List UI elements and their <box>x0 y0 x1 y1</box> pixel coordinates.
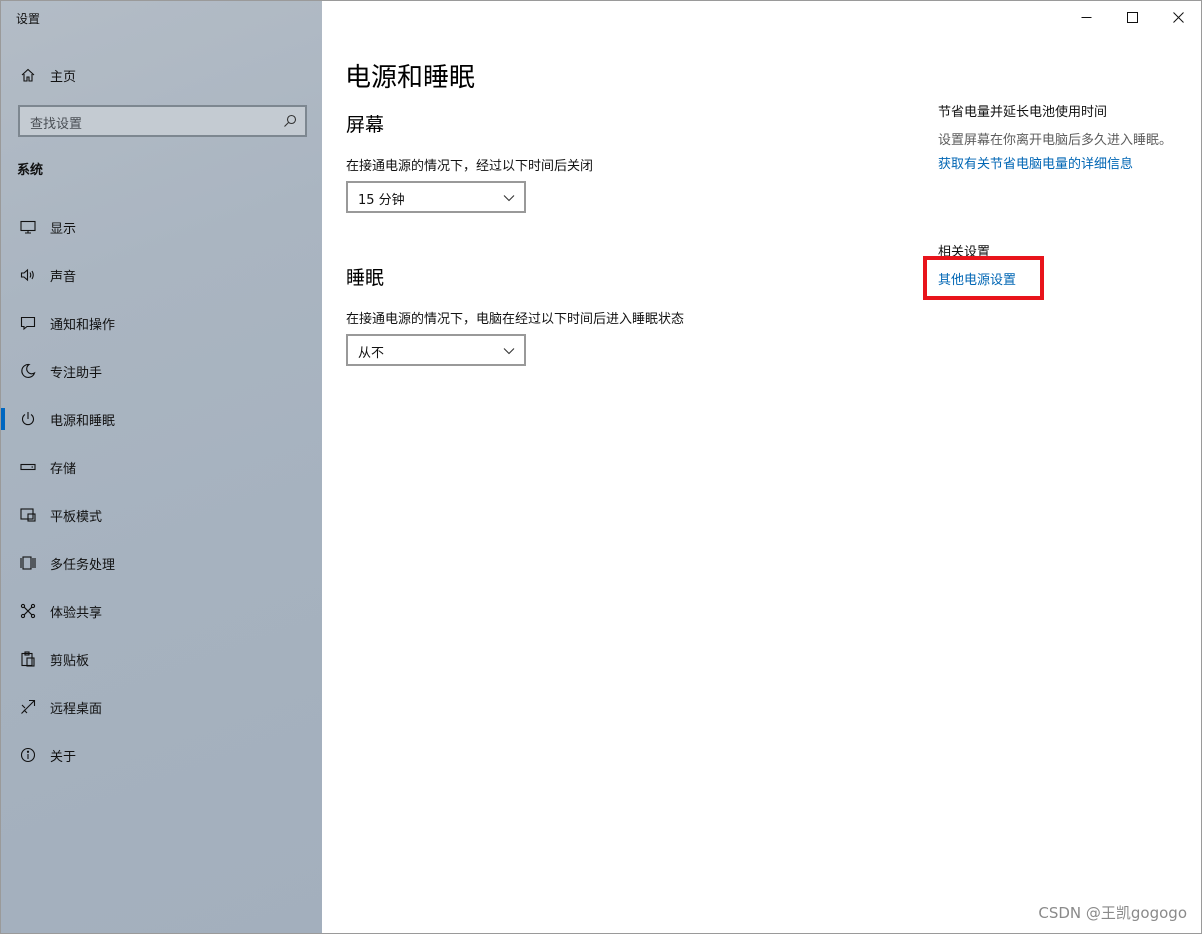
sidebar-item-label: 通知和操作 <box>50 318 116 333</box>
sidebar-item-sound[interactable]: 声音 <box>1 251 322 299</box>
close-button[interactable] <box>1155 1 1201 33</box>
chevron-down-icon <box>503 195 515 202</box>
app-title: 设置 <box>16 12 41 26</box>
clipboard-icon <box>19 650 37 668</box>
storage-icon <box>19 458 37 476</box>
sidebar-item-label: 声音 <box>50 270 77 285</box>
sleep-timeout-label: 在接通电源的情况下，电脑在经过以下时间后进入睡眠状态 <box>346 312 685 327</box>
sidebar-item-remote-desktop[interactable]: 远程桌面 <box>1 683 322 731</box>
sidebar-item-display[interactable]: 显示 <box>1 203 322 251</box>
home-icon <box>19 66 37 84</box>
window-controls <box>1063 1 1201 33</box>
sidebar-item-label: 主页 <box>50 70 77 85</box>
sidebar-item-label: 多任务处理 <box>50 558 116 573</box>
page-title: 电源和睡眠 <box>345 63 476 93</box>
sidebar-item-tablet-mode[interactable]: 平板模式 <box>1 491 322 539</box>
search-input[interactable]: 查找设置 <box>18 105 307 137</box>
settings-window: 设置 主页 查找设置 系统 显示 声音 通知和操作 专注助手 电源和睡眠 存储 … <box>0 0 1202 934</box>
tablet-icon <box>19 506 37 524</box>
power-icon <box>19 410 37 428</box>
battery-tips-link[interactable]: 获取有关节省电脑电量的详细信息 <box>938 155 1178 174</box>
screen-section-title: 屏幕 <box>346 114 385 136</box>
section-label: 系统 <box>17 163 44 178</box>
maximize-button[interactable] <box>1109 1 1155 33</box>
sidebar-item-focus-assist[interactable]: 专注助手 <box>1 347 322 395</box>
info-icon <box>19 746 37 764</box>
minimize-button[interactable] <box>1063 1 1109 33</box>
sidebar-item-label: 体验共享 <box>50 606 103 621</box>
speaker-icon <box>19 266 37 284</box>
remote-icon <box>19 698 37 716</box>
sidebar: 设置 主页 查找设置 系统 显示 声音 通知和操作 专注助手 电源和睡眠 存储 … <box>1 1 322 933</box>
additional-power-settings-link[interactable]: 其他电源设置 <box>938 269 1016 288</box>
battery-tips-panel: 节省电量并延长电池使用时间 设置屏幕在你离开电脑后多久进入睡眠。 获取有关节省电… <box>938 103 1178 174</box>
sidebar-item-label: 显示 <box>50 222 77 237</box>
sidebar-item-clipboard[interactable]: 剪贴板 <box>1 635 322 683</box>
sidebar-item-shared-experiences[interactable]: 体验共享 <box>1 587 322 635</box>
sidebar-item-label: 专注助手 <box>50 366 103 381</box>
sleep-timeout-dropdown[interactable]: 从不 <box>346 334 526 366</box>
battery-tips-text: 设置屏幕在你离开电脑后多久进入睡眠。 <box>938 133 1173 148</box>
watermark: CSDN @王凯gogogo <box>1038 904 1187 922</box>
sidebar-item-label: 电源和睡眠 <box>50 414 116 429</box>
notification-icon <box>19 314 37 332</box>
maximize-icon <box>1126 11 1138 23</box>
sidebar-nav: 显示 声音 通知和操作 专注助手 电源和睡眠 存储 平板模式 多任务处理 体验共… <box>1 203 322 779</box>
sidebar-item-label: 平板模式 <box>50 510 103 525</box>
dropdown-value: 从不 <box>358 346 385 361</box>
screen-timeout-label: 在接通电源的情况下，经过以下时间后关闭 <box>346 159 594 174</box>
sidebar-item-label: 远程桌面 <box>50 702 103 717</box>
sidebar-item-label: 存储 <box>50 462 77 477</box>
sidebar-item-multitasking[interactable]: 多任务处理 <box>1 539 322 587</box>
multitask-icon <box>19 554 37 572</box>
close-icon <box>1172 11 1184 23</box>
chevron-down-icon <box>503 348 515 355</box>
battery-tips-heading: 节省电量并延长电池使用时间 <box>938 105 1108 120</box>
search-placeholder: 查找设置 <box>30 117 83 132</box>
sidebar-item-label: 剪贴板 <box>50 654 90 669</box>
dropdown-value: 15 分钟 <box>358 193 405 208</box>
sidebar-item-home[interactable]: 主页 <box>1 59 322 91</box>
search-icon <box>284 114 297 127</box>
moon-icon <box>19 362 37 380</box>
sidebar-item-about[interactable]: 关于 <box>1 731 322 779</box>
share-icon <box>19 602 37 620</box>
sidebar-item-label: 关于 <box>50 750 77 765</box>
sidebar-item-storage[interactable]: 存储 <box>1 443 322 491</box>
screen-timeout-dropdown[interactable]: 15 分钟 <box>346 181 526 213</box>
sleep-section-title: 睡眠 <box>346 267 385 289</box>
sidebar-item-notifications[interactable]: 通知和操作 <box>1 299 322 347</box>
sidebar-item-power-sleep[interactable]: 电源和睡眠 <box>1 395 322 443</box>
minimize-icon <box>1081 16 1091 18</box>
display-icon <box>19 218 37 236</box>
